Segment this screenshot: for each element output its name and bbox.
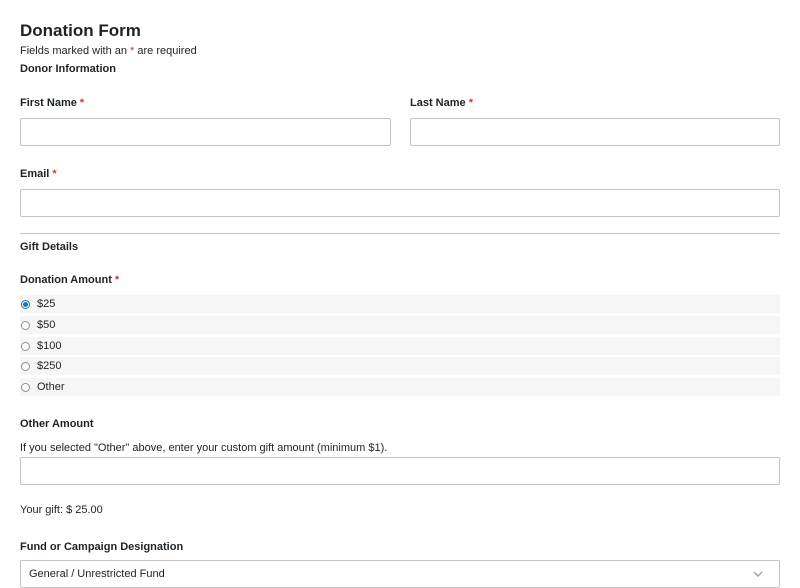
last-name-label-text: Last Name — [410, 97, 466, 109]
fund-designation-select[interactable]: General / Unrestricted Fund — [20, 560, 780, 588]
amount-option-100[interactable]: $100 — [20, 337, 780, 355]
fund-selected-value: General / Unrestricted Fund — [29, 568, 165, 580]
donation-amount-label: Donation Amount * — [20, 274, 119, 286]
other-amount-description: If you selected "Other" above, enter you… — [20, 442, 388, 454]
your-gift-total: Your gift: $ 25.00 — [20, 504, 103, 516]
amount-option-label: Other — [37, 381, 65, 393]
first-name-label-text: First Name — [20, 97, 77, 109]
radio-button[interactable] — [21, 341, 30, 351]
form-title: Donation Form — [20, 21, 141, 40]
required-star: * — [52, 168, 57, 180]
required-star: * — [114, 274, 120, 286]
amount-option-label: $50 — [37, 319, 56, 331]
amount-option-label: $250 — [37, 360, 62, 372]
required-note-suffix: are required — [134, 45, 197, 57]
first-name-input[interactable] — [20, 118, 391, 146]
section-divider — [20, 233, 780, 234]
gift-section-title: Gift Details — [20, 241, 79, 253]
amount-option-label: $100 — [37, 340, 62, 352]
amount-option-25[interactable]: $25 — [20, 295, 780, 313]
radio-button[interactable] — [21, 299, 30, 309]
amount-option-other[interactable]: Other — [20, 378, 780, 396]
amount-option-label: $25 — [37, 298, 56, 310]
required-star: * — [79, 97, 85, 109]
other-amount-input[interactable] — [20, 457, 780, 485]
required-note: Fields marked with an * are required — [20, 45, 197, 57]
last-name-label: Last Name * — [410, 97, 473, 109]
fund-designation-label: Fund or Campaign Designation — [20, 541, 184, 553]
radio-button[interactable] — [21, 320, 30, 330]
email-label: Email * — [20, 168, 57, 180]
radio-button[interactable] — [21, 382, 30, 392]
other-amount-label: Other Amount — [20, 418, 94, 430]
radio-button[interactable] — [21, 361, 30, 371]
donor-section-title: Donor Information — [20, 63, 116, 75]
first-name-label: First Name * — [20, 97, 84, 109]
last-name-input[interactable] — [410, 118, 780, 146]
email-input[interactable] — [20, 189, 780, 217]
required-star: * — [468, 97, 473, 109]
email-label-text: Email — [20, 168, 50, 180]
chevron-down-icon — [753, 571, 763, 577]
amount-option-250[interactable]: $250 — [20, 357, 780, 375]
required-note-prefix: Fields marked with an — [20, 45, 131, 57]
amount-option-50[interactable]: $50 — [20, 316, 780, 334]
donation-amount-label-text: Donation Amount — [20, 274, 112, 286]
